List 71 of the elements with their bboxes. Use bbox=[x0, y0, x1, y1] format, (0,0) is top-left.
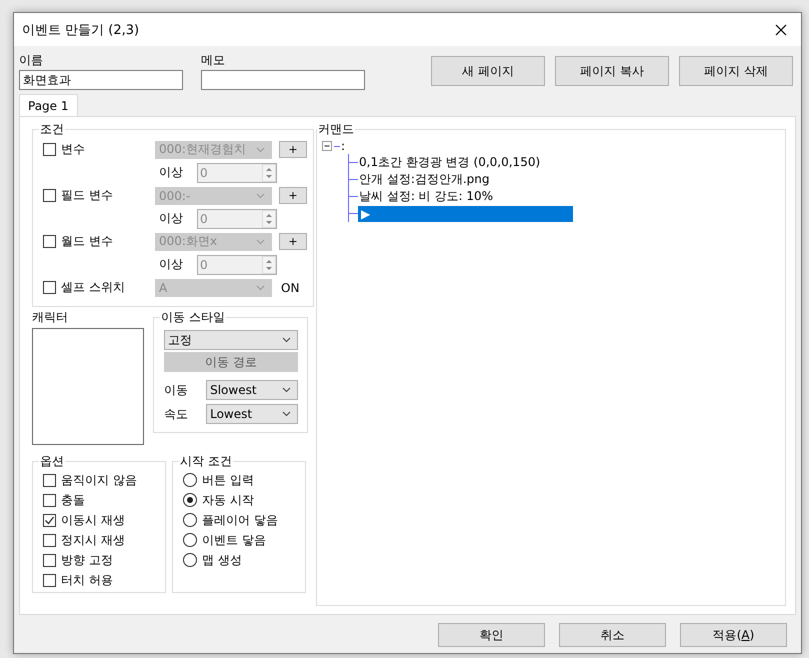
page-button[interactable]: 새 페이지 bbox=[431, 56, 545, 86]
checkbox-label: 셀프 스위치 bbox=[61, 279, 126, 296]
checkbox-label: 충돌 bbox=[61, 492, 85, 508]
spinner-arrows-icon bbox=[262, 256, 276, 274]
checkbox-label: 변수 bbox=[61, 141, 86, 158]
chevron-icon bbox=[282, 337, 292, 343]
radio-label: 맵 생성 bbox=[202, 552, 242, 568]
checkbox-label: 정지시 재생 bbox=[61, 532, 125, 548]
field-label: 메모 bbox=[201, 52, 226, 69]
command-cursor[interactable]: ▶ bbox=[358, 206, 573, 222]
page-tab[interactable]: Page 1 bbox=[19, 94, 78, 116]
radio-button[interactable] bbox=[183, 513, 197, 527]
dialog-button[interactable]: 확인 bbox=[438, 623, 545, 647]
command-item[interactable]: 안개 설정:검정안개.png bbox=[358, 171, 491, 188]
group-title: 커맨드 bbox=[317, 121, 355, 138]
speed-dropdown[interactable]: Slowest bbox=[206, 380, 298, 400]
compare-label: 이상 bbox=[158, 164, 184, 181]
checkbox-label: 이동시 재생 bbox=[61, 512, 125, 528]
group-title: 이동 스타일 bbox=[160, 309, 226, 326]
tree-item[interactable]: : bbox=[341, 139, 346, 153]
radio-label: 이벤트 닿음 bbox=[202, 532, 266, 548]
speed-dropdown[interactable]: Lowest bbox=[206, 404, 298, 424]
chevron-icon bbox=[282, 387, 292, 393]
page-button[interactable]: 페이지 복사 bbox=[555, 56, 669, 86]
page-button[interactable]: 페이지 삭제 bbox=[679, 56, 793, 86]
radio-label: 버튼 입력 bbox=[202, 472, 254, 488]
compare-label: 이상 bbox=[158, 256, 184, 273]
field-label: 이름 bbox=[19, 52, 44, 69]
radio-button[interactable] bbox=[183, 493, 197, 507]
collapse-icon[interactable] bbox=[322, 140, 333, 152]
switch-state: ON bbox=[281, 280, 300, 294]
close-icon bbox=[775, 24, 787, 36]
radio-button[interactable] bbox=[183, 473, 197, 487]
window-title: 이벤트 만들기 (2,3) bbox=[22, 22, 140, 38]
field-label: 속도 bbox=[164, 406, 190, 422]
command-item[interactable]: 0,1초간 환경광 변경 (0,0,0,150) bbox=[358, 154, 542, 171]
group-title: 조건 bbox=[39, 121, 65, 138]
group-title: 시작 조건 bbox=[179, 453, 233, 470]
checkbox-label: 월드 변수 bbox=[61, 233, 114, 250]
checkbox[interactable] bbox=[43, 494, 56, 506]
name-field[interactable]: 화면효과 bbox=[19, 70, 183, 90]
chevron-icon bbox=[256, 146, 265, 152]
group-title: 옵션 bbox=[39, 453, 65, 470]
chevron-icon bbox=[282, 411, 292, 417]
checkbox[interactable] bbox=[43, 554, 56, 566]
chevron-icon bbox=[256, 238, 265, 244]
checkbox-label: 필드 변수 bbox=[61, 187, 114, 204]
radio-label: 자동 시작 bbox=[202, 492, 254, 508]
radio-button[interactable] bbox=[183, 533, 197, 547]
checkbox-label: 방향 고정 bbox=[61, 552, 113, 568]
checkbox[interactable] bbox=[43, 534, 56, 546]
dialog-button[interactable]: 취소 bbox=[559, 623, 666, 647]
spinner-arrows-icon bbox=[262, 164, 276, 182]
checkbox-label: 움직이지 않음 bbox=[61, 472, 137, 488]
compare-label: 이상 bbox=[158, 210, 184, 227]
radio-button[interactable] bbox=[183, 553, 197, 567]
character-preview[interactable] bbox=[32, 328, 144, 445]
spinner-arrows-icon bbox=[262, 210, 276, 228]
chevron-icon bbox=[256, 284, 265, 290]
group-title: 캐릭터 bbox=[32, 309, 69, 326]
memo-field[interactable] bbox=[201, 70, 365, 90]
dialog-button[interactable]: 적용(A) bbox=[680, 623, 787, 647]
checkbox-label: 터치 허용 bbox=[61, 572, 113, 588]
checkbox[interactable] bbox=[43, 514, 56, 526]
checkbox[interactable] bbox=[43, 574, 56, 586]
radio-label: 플레이어 닿음 bbox=[202, 512, 278, 528]
chevron-icon bbox=[256, 192, 265, 198]
command-item[interactable]: 날씨 설정: 비 강도: 10% bbox=[358, 188, 494, 205]
checkbox[interactable] bbox=[43, 474, 56, 486]
field-label: 이동 bbox=[164, 382, 190, 398]
move-type-dropdown[interactable]: 고정 bbox=[164, 330, 298, 350]
